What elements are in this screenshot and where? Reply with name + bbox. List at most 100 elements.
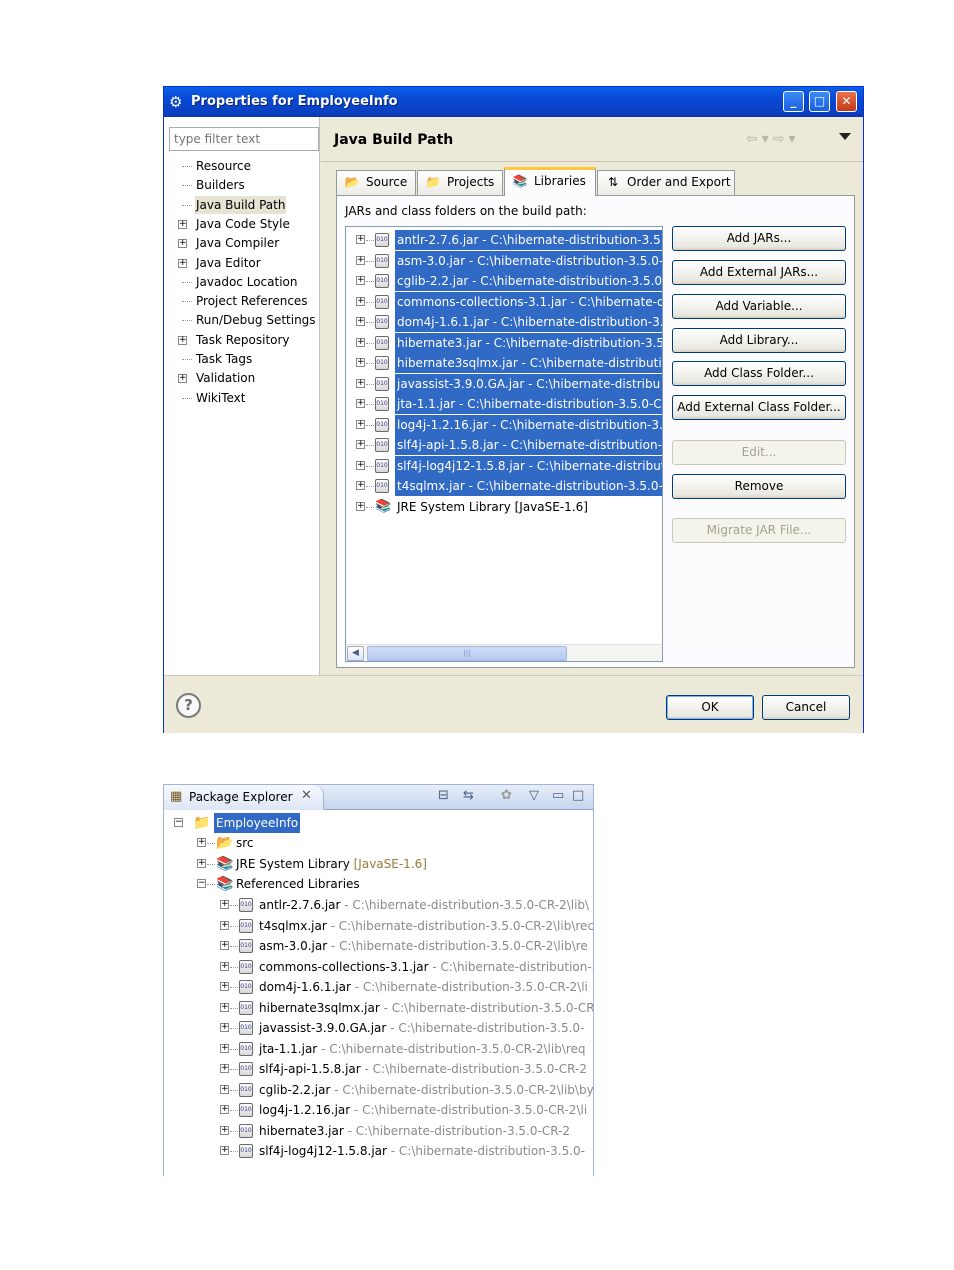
expand-icon[interactable]: + [356,337,365,347]
expand-icon[interactable]: + [178,258,187,268]
remove-button[interactable]: Remove [672,474,846,499]
tab-order-export[interactable]: ⇅ Order and Export [597,170,735,195]
expand-icon[interactable]: + [356,481,365,490]
jar-row[interactable]: +010 hibernate3.jar - C:\hibernate-distri… [346,332,662,353]
tree-item-referenced-libraries[interactable]: − 📚 Referenced Libraries [197,874,557,894]
expand-icon[interactable]: + [356,235,365,244]
expand-icon[interactable]: + [178,374,187,384]
package-tree[interactable]: − 📁 EmployeeInfo + 📂 src + 📚 JRE System … [163,810,594,1176]
tree-item-project[interactable]: − 📁 EmployeeInfo [174,813,474,833]
referenced-jar-row[interactable]: +010 antlr-2.7.6.jar - C:\hibernate-distr… [220,895,593,915]
close-view-icon[interactable]: ✕ [301,788,312,803]
expand-icon[interactable]: + [356,419,365,429]
referenced-jar-row[interactable]: +010 t4sqlmx.jar - C:\hibernate-distribut… [220,916,593,936]
expand-icon[interactable]: + [220,941,229,950]
expand-icon[interactable]: + [356,399,365,408]
jar-row[interactable]: +010 dom4j-1.6.1.jar - C:\hibernate-distr… [346,312,662,332]
view-menu-icon[interactable] [839,133,851,140]
expand-icon[interactable]: + [356,358,365,367]
jar-row[interactable]: +010 jta-1.1.jar - C:\hibernate-distribut… [346,394,662,414]
expand-icon[interactable]: + [356,255,365,265]
tree-item-src[interactable]: + 📂 src [197,833,497,853]
expand-icon[interactable]: + [197,859,206,868]
expand-icon[interactable]: + [220,961,229,971]
expand-icon[interactable]: + [220,1023,229,1032]
expand-icon[interactable]: + [220,920,229,930]
jar-row[interactable]: +010 javassist-3.9.0.GA.jar - C:\hibernat… [346,373,662,394]
referenced-jar-row[interactable]: +010 commons-collections-3.1.jar - C:\hib… [220,957,593,977]
collapse-all-icon[interactable]: ⊟ [438,788,449,803]
tab-libraries[interactable]: 📚 Libraries [504,167,596,196]
expand-icon[interactable]: + [356,317,365,326]
expand-icon[interactable]: + [178,219,187,229]
cancel-button[interactable]: Cancel [762,695,850,720]
expand-icon[interactable]: + [356,501,365,511]
maximize-view-icon[interactable]: □ [572,788,584,803]
collapse-icon[interactable]: − [174,818,183,827]
maximize-button[interactable]: □ [809,91,830,112]
jar-row[interactable]: +010 log4j-1.2.16.jar - C:\hibernate-dist… [346,414,662,435]
expand-icon[interactable]: + [220,1043,229,1053]
expand-icon[interactable]: + [220,1002,229,1012]
close-button[interactable]: ✕ [836,91,857,112]
package-explorer-tab[interactable]: ▦ Package Explorer ✕ [164,785,324,810]
expand-icon[interactable]: + [220,1146,229,1155]
expand-icon[interactable]: + [220,1064,229,1073]
referenced-jar-row[interactable]: +010 asm-3.0.jar - C:\hibernate-distribut… [220,936,593,956]
expand-icon[interactable]: + [220,1125,229,1135]
build-path-tree[interactable]: +010 antlr-2.7.6.jar - C:\hibernate-distr… [345,226,663,662]
help-icon[interactable]: ? [176,693,201,718]
expand-icon[interactable]: + [220,982,229,991]
expand-icon[interactable]: + [356,460,365,470]
expand-icon[interactable]: + [178,239,187,249]
scroll-left-icon[interactable]: ◀ [347,646,364,661]
add-class-folder-button[interactable]: Add Class Folder... [672,361,846,386]
expand-icon[interactable]: + [220,1084,229,1094]
referenced-jar-row[interactable]: +010 log4j-1.2.16.jar - C:\hibernate-dist… [220,1100,593,1120]
referenced-jar-row[interactable]: +010 slf4j-log4j12-1.5.8.jar - C:\hiberna… [220,1141,593,1161]
tab-source[interactable]: 📂 Source [336,170,416,195]
referenced-jar-row[interactable]: +010 jta-1.1.jar - C:\hibernate-distribut… [220,1039,593,1059]
expand-icon[interactable]: + [356,296,365,306]
jre-library-row[interactable]: + 📚 JRE System Library [JavaSE-1.6] [346,497,662,517]
jar-row[interactable]: +010 antlr-2.7.6.jar - C:\hibernate-distr… [346,230,662,250]
referenced-jar-row[interactable]: +010 slf4j-api-1.5.8.jar - C:\hibernate-d… [220,1059,593,1079]
scrollbar-thumb[interactable]: ||| [367,646,567,661]
migrate-jar-button[interactable]: Migrate JAR File... [672,518,846,543]
add-jars-button[interactable]: Add JARs... [672,226,846,251]
add-external-jars-button[interactable]: Add External JARs... [672,260,846,285]
add-library-button[interactable]: Add Library... [672,328,846,353]
expand-icon[interactable]: + [197,838,206,847]
referenced-jar-row[interactable]: +010 hibernate3.jar - C:\hibernate-distri… [220,1121,593,1141]
expand-icon[interactable]: + [356,276,365,285]
expand-icon[interactable]: + [220,900,229,909]
minimize-button[interactable]: _ [783,91,804,112]
filter-input[interactable] [169,127,319,151]
jar-row[interactable]: +010 hibernate3sqlmx.jar - C:\hibernate-d… [346,353,662,373]
jar-row[interactable]: +010 asm-3.0.jar - C:\hibernate-distribut… [346,250,662,271]
jar-row[interactable]: +010 t4sqlmx.jar - C:\hibernate-distribut… [346,476,662,496]
link-with-editor-icon[interactable]: ⇆ [463,788,474,803]
referenced-jar-row[interactable]: +010 javassist-3.9.0.GA.jar - C:\hibernat… [220,1018,593,1038]
tree-item-jre[interactable]: + 📚 JRE System Library [JavaSE-1.6] [197,854,557,874]
ok-button[interactable]: OK [666,695,754,720]
add-external-class-folder-button[interactable]: Add External Class Folder... [672,395,846,420]
referenced-jar-row[interactable]: +010 hibernate3sqlmx.jar - C:\hibernate-d… [220,998,593,1018]
filters-icon[interactable]: ✿ [501,788,512,803]
jar-row[interactable]: +010 slf4j-log4j12-1.5.8.jar - C:\hiberna… [346,455,662,476]
referenced-jar-row[interactable]: +010 dom4j-1.6.1.jar - C:\hibernate-distr… [220,977,593,997]
referenced-jar-row[interactable]: +010 cglib-2.2.jar - C:\hibernate-distrib… [220,1080,593,1100]
expand-icon[interactable]: + [178,335,187,345]
jar-row[interactable]: +010 cglib-2.2.jar - C:\hibernate-distrib… [346,271,662,291]
tab-projects[interactable]: 📁 Projects [417,170,503,195]
jar-row[interactable]: +010 commons-collections-3.1.jar - C:\hib… [346,291,662,312]
expand-icon[interactable]: + [356,440,365,449]
collapse-icon[interactable]: − [197,879,206,888]
expand-icon[interactable]: + [356,378,365,388]
add-variable-button[interactable]: Add Variable... [672,294,846,319]
expand-icon[interactable]: + [220,1105,229,1114]
view-menu-icon[interactable]: ▽ [529,788,539,803]
jar-row[interactable]: +010 slf4j-api-1.5.8.jar - C:\hibernate-d… [346,435,662,455]
edit-button[interactable]: Edit... [672,440,846,465]
back-forward-arrows-icon[interactable]: ⇦▾⇨▾ [746,131,800,147]
